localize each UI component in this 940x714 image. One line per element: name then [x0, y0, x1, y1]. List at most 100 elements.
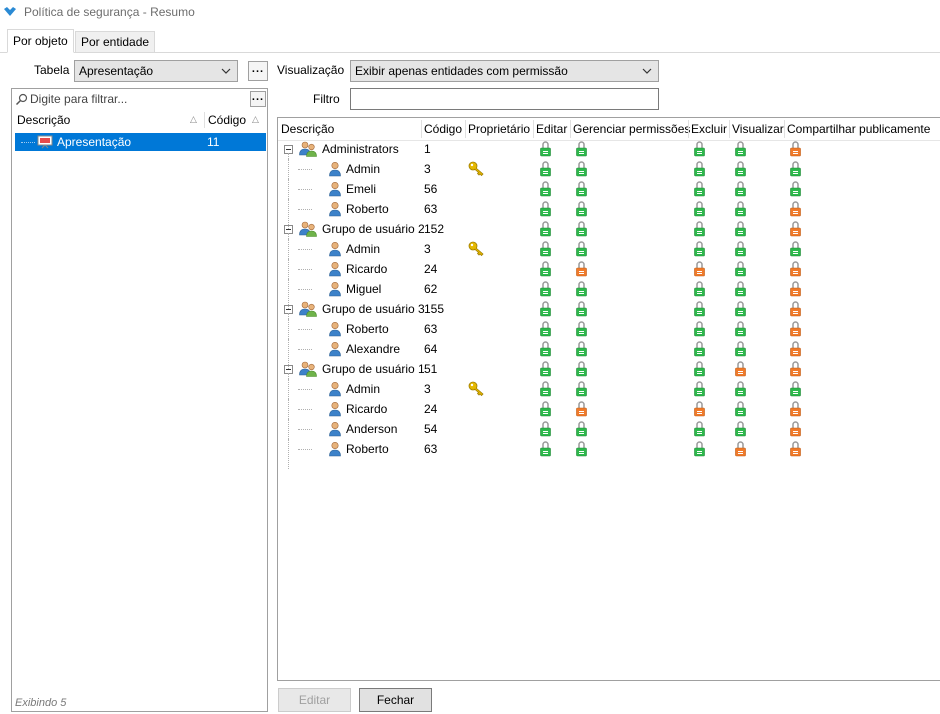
- perm-compartilhar-lock-icon[interactable]: [788, 200, 802, 220]
- perm-excluir-lock-icon[interactable]: [692, 260, 706, 280]
- perm-editar-lock-icon[interactable]: [538, 240, 552, 260]
- perm-excluir-lock-icon[interactable]: [692, 240, 706, 260]
- perm-excluir-lock-icon[interactable]: [692, 400, 706, 420]
- perm-compartilhar-lock-icon[interactable]: [788, 400, 802, 420]
- perm-compartilhar-lock-icon[interactable]: [788, 240, 802, 260]
- perm-editar-lock-icon[interactable]: [538, 180, 552, 200]
- grid-col-compartilhar-publicamente[interactable]: Compartilhar publicamente: [787, 118, 930, 140]
- tab-por-entidade[interactable]: Por entidade: [75, 31, 156, 53]
- group-row[interactable]: Grupo de usuário 1: [284, 359, 425, 379]
- perm-gerenciar-lock-icon[interactable]: [574, 420, 588, 440]
- perm-editar-lock-icon[interactable]: [538, 400, 552, 420]
- perm-visualizar-lock-icon[interactable]: [733, 420, 747, 440]
- grid-col-editar[interactable]: Editar: [536, 118, 567, 140]
- perm-visualizar-lock-icon[interactable]: [733, 220, 747, 240]
- perm-excluir-lock-icon[interactable]: [692, 420, 706, 440]
- perm-gerenciar-lock-icon[interactable]: [574, 280, 588, 300]
- grid-col-visualizar[interactable]: Visualizar: [732, 118, 784, 140]
- perm-visualizar-lock-icon[interactable]: [733, 360, 747, 380]
- perm-editar-lock-icon[interactable]: [538, 160, 552, 180]
- group-row[interactable]: Administrators: [284, 139, 399, 159]
- perm-compartilhar-lock-icon[interactable]: [788, 140, 802, 160]
- user-row[interactable]: Admin: [288, 379, 380, 399]
- perm-editar-lock-icon[interactable]: [538, 300, 552, 320]
- tab-por-objeto[interactable]: Por objeto: [7, 29, 74, 53]
- perm-visualizar-lock-icon[interactable]: [733, 440, 747, 460]
- perm-gerenciar-lock-icon[interactable]: [574, 200, 588, 220]
- perm-visualizar-lock-icon[interactable]: [733, 280, 747, 300]
- perm-gerenciar-lock-icon[interactable]: [574, 160, 588, 180]
- user-row[interactable]: Emeli: [288, 179, 376, 199]
- perm-editar-lock-icon[interactable]: [538, 360, 552, 380]
- group-row[interactable]: Grupo de usuário 3: [284, 299, 425, 319]
- user-row[interactable]: Ricardo: [288, 399, 387, 419]
- user-row[interactable]: Ricardo: [288, 259, 387, 279]
- perm-compartilhar-lock-icon[interactable]: [788, 320, 802, 340]
- perm-gerenciar-lock-icon[interactable]: [574, 260, 588, 280]
- perm-editar-lock-icon[interactable]: [538, 140, 552, 160]
- perm-editar-lock-icon[interactable]: [538, 200, 552, 220]
- perm-excluir-lock-icon[interactable]: [692, 160, 706, 180]
- perm-excluir-lock-icon[interactable]: [692, 380, 706, 400]
- perm-gerenciar-lock-icon[interactable]: [574, 180, 588, 200]
- perm-gerenciar-lock-icon[interactable]: [574, 240, 588, 260]
- perm-gerenciar-lock-icon[interactable]: [574, 140, 588, 160]
- perm-excluir-lock-icon[interactable]: [692, 440, 706, 460]
- perm-editar-lock-icon[interactable]: [538, 380, 552, 400]
- grid-col-gerenciar-permissoes[interactable]: Gerenciar permissões: [573, 118, 690, 140]
- object-row-selected[interactable]: Apresentação 11: [15, 133, 266, 151]
- perm-visualizar-lock-icon[interactable]: [733, 160, 747, 180]
- user-row[interactable]: Miguel: [288, 279, 381, 299]
- perm-visualizar-lock-icon[interactable]: [733, 180, 747, 200]
- perm-editar-lock-icon[interactable]: [538, 220, 552, 240]
- perm-editar-lock-icon[interactable]: [538, 280, 552, 300]
- perm-editar-lock-icon[interactable]: [538, 340, 552, 360]
- table-select[interactable]: Apresentação: [74, 60, 238, 82]
- perm-compartilhar-lock-icon[interactable]: [788, 440, 802, 460]
- user-row[interactable]: Admin: [288, 239, 380, 259]
- perm-visualizar-lock-icon[interactable]: [733, 320, 747, 340]
- user-row[interactable]: Anderson: [288, 419, 397, 439]
- col-header-descricao[interactable]: Descrição: [17, 111, 70, 129]
- perm-compartilhar-lock-icon[interactable]: [788, 160, 802, 180]
- perm-excluir-lock-icon[interactable]: [692, 300, 706, 320]
- object-filter-more-button[interactable]: ...: [250, 91, 266, 107]
- perm-visualizar-lock-icon[interactable]: [733, 200, 747, 220]
- object-filter-bar[interactable]: Digite para filtrar...: [12, 89, 267, 109]
- perm-visualizar-lock-icon[interactable]: [733, 260, 747, 280]
- user-row[interactable]: Roberto: [288, 199, 389, 219]
- perm-gerenciar-lock-icon[interactable]: [574, 320, 588, 340]
- perm-editar-lock-icon[interactable]: [538, 320, 552, 340]
- edit-button[interactable]: Editar: [278, 688, 351, 712]
- user-row[interactable]: Roberto: [288, 319, 389, 339]
- user-row[interactable]: Admin: [288, 159, 380, 179]
- perm-excluir-lock-icon[interactable]: [692, 340, 706, 360]
- perm-compartilhar-lock-icon[interactable]: [788, 300, 802, 320]
- perm-gerenciar-lock-icon[interactable]: [574, 360, 588, 380]
- perm-gerenciar-lock-icon[interactable]: [574, 340, 588, 360]
- perm-compartilhar-lock-icon[interactable]: [788, 280, 802, 300]
- table-more-button[interactable]: ...: [248, 61, 268, 81]
- group-row[interactable]: Grupo de usuário 2: [284, 219, 425, 239]
- perm-visualizar-lock-icon[interactable]: [733, 340, 747, 360]
- perm-compartilhar-lock-icon[interactable]: [788, 260, 802, 280]
- perm-excluir-lock-icon[interactable]: [692, 320, 706, 340]
- perm-gerenciar-lock-icon[interactable]: [574, 440, 588, 460]
- perm-excluir-lock-icon[interactable]: [692, 360, 706, 380]
- perm-editar-lock-icon[interactable]: [538, 420, 552, 440]
- perm-compartilhar-lock-icon[interactable]: [788, 420, 802, 440]
- perm-excluir-lock-icon[interactable]: [692, 280, 706, 300]
- grid-col-codigo[interactable]: Código: [424, 118, 462, 140]
- perm-excluir-lock-icon[interactable]: [692, 200, 706, 220]
- perm-gerenciar-lock-icon[interactable]: [574, 380, 588, 400]
- perm-visualizar-lock-icon[interactable]: [733, 140, 747, 160]
- grid-col-proprietario[interactable]: Proprietário: [468, 118, 530, 140]
- perm-excluir-lock-icon[interactable]: [692, 220, 706, 240]
- perm-visualizar-lock-icon[interactable]: [733, 240, 747, 260]
- col-header-codigo[interactable]: Código: [208, 111, 246, 129]
- perm-editar-lock-icon[interactable]: [538, 440, 552, 460]
- perm-compartilhar-lock-icon[interactable]: [788, 220, 802, 240]
- filter-input[interactable]: [350, 88, 659, 110]
- perm-visualizar-lock-icon[interactable]: [733, 300, 747, 320]
- perm-excluir-lock-icon[interactable]: [692, 180, 706, 200]
